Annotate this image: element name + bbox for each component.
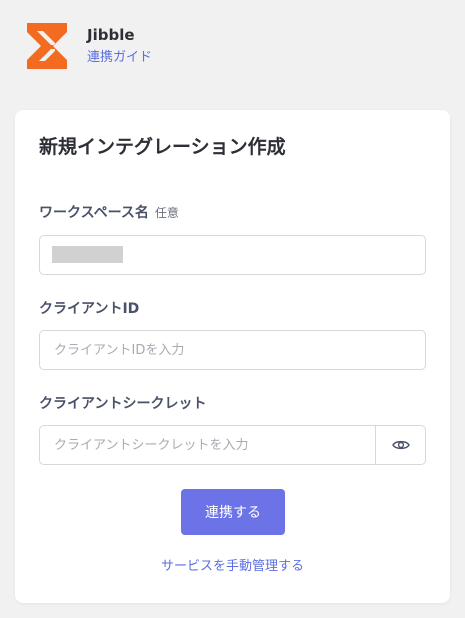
form-title: 新規インテグレーション作成 [39,136,286,158]
client-id-label: クライアントID [39,301,140,317]
jibble-logo-icon [27,23,67,69]
workspace-name-field[interactable] [39,235,426,275]
brand-block: Jibble 連携ガイド [87,24,152,67]
workspace-name-label-text: ワークスペース名 [39,205,149,221]
manual-manage-link[interactable]: サービスを手動管理する [15,558,450,576]
connect-button[interactable]: 連携する [181,489,285,535]
workspace-name-label: ワークスペース名 任意 [39,203,179,223]
integration-guide-link[interactable]: 連携ガイド [87,49,152,67]
toggle-secret-visibility-button[interactable] [375,426,425,464]
client-id-field[interactable] [39,330,426,370]
client-secret-label: クライアントシークレット [39,396,207,412]
integration-form-card: 新規インテグレーション作成 ワークスペース名 任意 クライアントID クライアント… [15,110,450,603]
app-header: Jibble 連携ガイド [24,20,152,71]
brand-name: Jibble [87,26,135,44]
client-secret-field[interactable] [39,425,426,465]
client-secret-input[interactable] [40,426,377,464]
optional-tag: 任意 [154,206,179,220]
redacted-workspace-value [52,246,123,263]
eye-icon [391,440,410,450]
client-id-input[interactable] [40,331,425,369]
